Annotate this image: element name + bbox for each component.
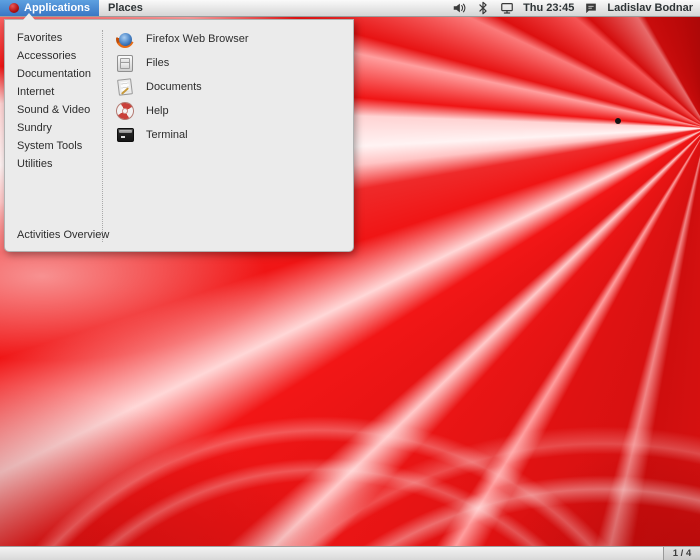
category-sundry[interactable]: Sundry (17, 119, 102, 137)
category-documentation[interactable]: Documentation (17, 65, 102, 83)
activities-overview-button[interactable]: Activities Overview (17, 229, 109, 241)
app-item-terminal[interactable]: Terminal (116, 123, 353, 147)
chat-icon[interactable] (583, 1, 598, 16)
category-utilities[interactable]: Utilities (17, 155, 102, 173)
category-internet[interactable]: Internet (17, 83, 102, 101)
top-bar-spacer (152, 0, 451, 16)
terminal-icon (117, 128, 134, 142)
app-item-documents[interactable]: Documents (116, 75, 353, 99)
category-column: Favorites Accessories Documentation Inte… (5, 20, 102, 251)
places-menu-label: Places (108, 2, 143, 14)
mouse-cursor (615, 118, 621, 124)
documents-icon (117, 78, 133, 96)
applications-menu-panel: Favorites Accessories Documentation Inte… (4, 19, 354, 252)
category-sound-video[interactable]: Sound & Video (17, 101, 102, 119)
category-accessories[interactable]: Accessories (17, 47, 102, 65)
category-favorites[interactable]: Favorites (17, 29, 102, 47)
app-list: Firefox Web Browser Files Documents Help… (103, 20, 353, 251)
workspace-indicator[interactable]: 1 / 4 (663, 547, 700, 560)
redhat-logo-icon (9, 3, 19, 13)
app-label: Help (146, 105, 169, 117)
help-icon (114, 100, 136, 122)
app-label: Files (146, 57, 169, 69)
app-label: Documents (146, 81, 202, 93)
app-item-firefox[interactable]: Firefox Web Browser (116, 27, 353, 51)
clock[interactable]: Thu 23:45 (523, 2, 574, 14)
firefox-icon (116, 30, 134, 48)
top-bar-status-area: Thu 23:45 Ladislav Bodnar (451, 0, 700, 16)
bluetooth-icon[interactable] (475, 1, 490, 16)
top-bar: Applications Places Thu 23:45 Ladislav B… (0, 0, 700, 17)
app-item-files[interactable]: Files (116, 51, 353, 75)
bottom-bar: 1 / 4 (0, 546, 700, 560)
user-menu[interactable]: Ladislav Bodnar (607, 2, 693, 14)
display-icon[interactable] (499, 1, 514, 16)
category-system-tools[interactable]: System Tools (17, 137, 102, 155)
files-icon (117, 55, 133, 72)
volume-icon[interactable] (451, 1, 466, 16)
app-label: Terminal (146, 129, 188, 141)
places-menu-button[interactable]: Places (99, 0, 152, 16)
applications-menu-button[interactable]: Applications (0, 0, 99, 16)
app-label: Firefox Web Browser (146, 33, 249, 45)
applications-menu-label: Applications (24, 2, 90, 14)
app-item-help[interactable]: Help (116, 99, 353, 123)
